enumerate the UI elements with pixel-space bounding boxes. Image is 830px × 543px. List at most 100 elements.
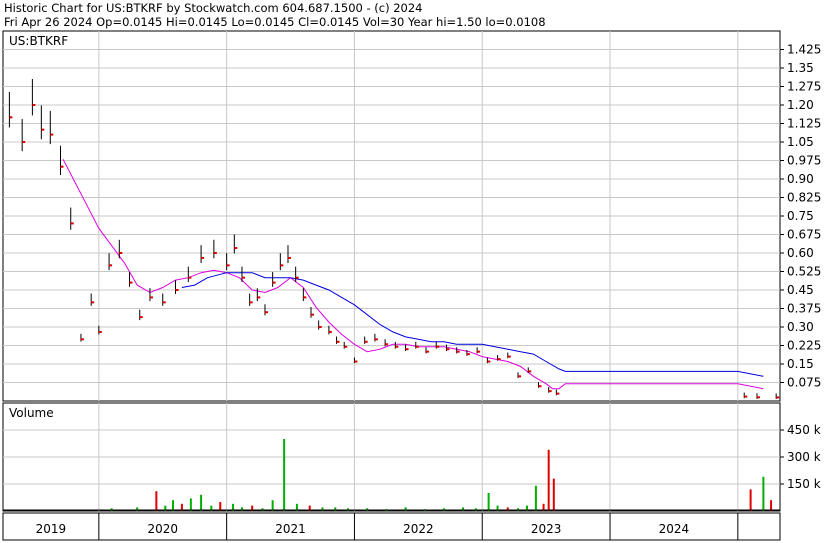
close-tick [287,256,291,259]
close-tick [129,281,133,284]
close-tick [385,343,389,346]
close-tick [344,345,348,348]
close-tick [395,345,399,348]
close-tick [518,375,522,378]
price-tick-label: 0.45 [787,283,814,297]
close-tick [213,252,217,254]
x-tick-label: 2023 [531,522,562,536]
volume-bar [749,489,752,511]
volume-tick-label: 450 k [787,423,821,437]
volume-bar [534,485,537,511]
price-tick-label: 0.825 [787,191,821,205]
x-tick-label: 2020 [147,522,178,536]
close-tick [9,116,13,119]
chart-page: Historic Chart for US:BTKRF by Stockwatc… [0,0,830,543]
close-tick [354,360,358,363]
price-tick-label: 0.225 [787,339,821,353]
price-panel: 0.075 0.15 0.225 0.30 0.375 0.45 0.525 0.60 0.67… [2,30,821,402]
close-tick [91,301,95,304]
close-tick [41,128,45,131]
close-tick [257,296,261,299]
close-tick [70,222,74,225]
price-tick-label: 1.35 [787,61,814,75]
close-tick [744,395,748,398]
close-tick [149,296,153,299]
close-tick [249,301,253,304]
volume-bar [762,476,765,511]
close-tick [336,340,340,343]
volume-bar [547,449,550,511]
close-tick [528,370,532,373]
price-tick-label: 0.375 [787,302,821,316]
close-tick [98,330,102,333]
price-panel-label: US:BTKRF [9,34,68,48]
close-tick [487,360,491,363]
close-tick [426,350,430,353]
close-tick [234,247,238,250]
price-tick-label: 0.525 [787,265,821,279]
volume-bar [552,478,555,511]
volume-bar [200,494,203,511]
x-tick-label: 2024 [659,522,690,536]
x-tick-label: 2019 [36,522,67,536]
close-tick [295,276,299,279]
close-tick [538,385,542,388]
price-tick-label: 0.075 [787,376,821,390]
volume-bar [487,493,490,511]
close-tick [507,355,511,358]
volume-bar [271,500,274,511]
price-tick-label: 0.90 [787,172,814,186]
close-tick [241,276,245,279]
close-tick [364,340,368,343]
price-tick-label: 1.05 [787,135,814,149]
volume-panel: 150 k 300 k 450 k Volume [2,402,821,512]
x-tick-label: 2021 [275,522,306,536]
close-tick [446,348,450,351]
price-tick-label: 1.125 [787,117,821,131]
close-tick [226,264,230,267]
close-tick [139,316,143,319]
close-tick [60,165,64,168]
close-tick [328,330,332,333]
volume-bar [171,500,174,511]
price-tick-label: 1.20 [787,98,814,112]
close-tick [405,348,409,351]
price-tick-label: 0.30 [787,320,814,334]
close-tick [272,281,276,284]
close-tick [466,353,470,356]
price-tick-label: 0.15 [787,357,814,371]
close-tick [201,256,205,259]
close-tick [264,311,268,314]
x-axis-panel: 2019 2020 2021 2022 2023 2024 [2,512,781,541]
price-tick-label: 1.275 [787,80,821,94]
close-tick [50,133,54,136]
close-tick [415,345,419,348]
close-tick [556,392,560,395]
volume-bar [283,439,286,511]
volume-tick-label: 300 k [787,450,821,464]
close-tick [188,276,192,279]
close-tick [477,350,481,353]
close-tick [436,345,440,348]
close-tick [456,350,460,353]
price-tick-label: 0.675 [787,228,821,242]
stock-chart-svg: 0.075 0.15 0.225 0.30 0.375 0.45 0.525 0.60 0.67… [2,30,821,541]
close-tick [162,301,166,304]
volume-tick-label: 150 k [787,477,821,491]
close-tick [175,289,179,291]
close-tick [280,264,284,267]
volume-bar [189,498,192,511]
price-tick-label: 0.975 [787,154,821,168]
price-tick-label: 0.75 [787,209,814,223]
x-tick-label: 2022 [403,522,434,536]
price-tick-label: 0.60 [787,246,814,260]
close-tick [303,296,307,299]
close-tick [497,358,501,361]
close-tick [756,396,760,399]
close-tick [374,338,378,341]
close-tick [109,264,113,267]
close-tick [119,252,123,254]
volume-bar [155,491,158,511]
price-tick-label: 1.425 [787,43,821,57]
close-tick [22,141,26,143]
